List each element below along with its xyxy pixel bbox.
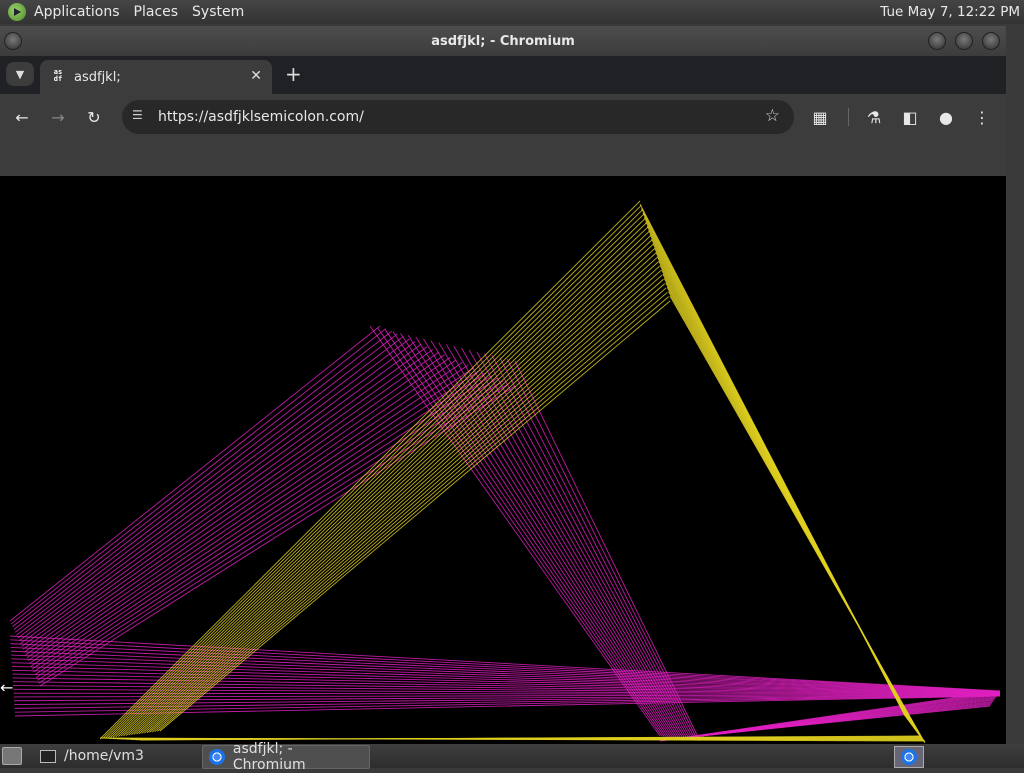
main-menu: Applications Places System — [8, 3, 258, 21]
magenta-fan-left-line — [18, 342, 415, 638]
magenta-fan-left-line — [32, 370, 480, 669]
tab-search-button[interactable]: ▼ — [6, 62, 34, 86]
bottom-panel: /home/vm3 asdfjkl; - Chromium — [0, 744, 1024, 768]
yellow-fan-right — [640, 204, 925, 743]
side-panel-button[interactable]: ◧ — [898, 105, 922, 129]
menu-applications[interactable]: Applications — [34, 4, 120, 20]
arrow-right-icon: → — [51, 108, 64, 127]
minimize-button[interactable] — [928, 32, 946, 50]
arrow-left-icon: ← — [15, 108, 28, 127]
menu-button[interactable]: ⋮ — [970, 105, 994, 129]
tray-chromium-icon[interactable] — [894, 746, 924, 768]
clock[interactable]: Tue May 7, 12:22 PM — [880, 4, 1020, 20]
magenta-fan-left-line — [20, 347, 427, 644]
distro-logo-icon[interactable] — [8, 3, 26, 21]
magenta-fan-right-line — [700, 706, 990, 736]
terminal-icon — [40, 750, 56, 763]
side-panel-icon: ◧ — [902, 108, 917, 127]
menu-places[interactable]: Places — [134, 4, 179, 20]
new-tab-button[interactable]: + — [285, 62, 302, 86]
magenta-fan-left-line — [22, 349, 433, 646]
yellow-fan-left-line — [108, 214, 644, 738]
reload-icon: ↻ — [87, 108, 100, 127]
yellow-fan-left-line — [137, 262, 659, 734]
browser-toolbar: ← → ↻ ☰ https://asdfjklsemicolon.com/ ☆ … — [0, 94, 1006, 140]
magenta-fan-left — [10, 326, 515, 686]
magenta-fan-left-line — [17, 339, 410, 635]
reload-button[interactable]: ↻ — [82, 105, 106, 129]
menu-system[interactable]: System — [192, 4, 244, 20]
yellow-fan-left-line — [134, 258, 657, 735]
maximize-button[interactable] — [955, 32, 973, 50]
yellow-fan-left-line — [160, 301, 670, 731]
labs-button[interactable]: ⚗ — [862, 105, 886, 129]
flask-icon: ⚗ — [867, 108, 881, 127]
yellow-fan-left-line — [142, 271, 661, 734]
string-art-canvas — [0, 176, 1006, 744]
magenta-fan-left-line — [35, 376, 492, 675]
top-panel: Applications Places System Tue May 7, 12… — [0, 0, 1024, 24]
yellow-fan-base — [100, 736, 925, 741]
magenta-fan-bottom — [10, 636, 1000, 716]
browser-window: asdfjkl; - Chromium ▼ as df asdfjkl; ✕ +… — [0, 26, 1006, 744]
magenta-fan-left-line — [39, 383, 509, 683]
url-text[interactable]: https://asdfjklsemicolon.com/ — [158, 109, 364, 125]
magenta-fan-left-line — [13, 331, 392, 626]
puzzle-icon: ▦ — [812, 108, 827, 127]
magenta-fan-left-line — [15, 336, 403, 632]
show-desktop-icon[interactable] — [2, 747, 22, 765]
cursor-arrow-icon: ← — [0, 678, 13, 697]
magenta-fan-left-line — [19, 344, 421, 641]
tab-title: asdfjkl; — [74, 70, 121, 85]
task-terminal[interactable]: /home/vm3 — [34, 745, 198, 767]
task-label: /home/vm3 — [64, 748, 144, 764]
magenta-fan-left-line — [33, 373, 485, 672]
page-content[interactable]: ← — [0, 176, 1006, 744]
close-window-button[interactable] — [982, 32, 1000, 50]
toolbar-separator — [848, 108, 849, 126]
window-title: asdfjkl; - Chromium — [431, 34, 575, 49]
magenta-fan-center-line — [416, 337, 673, 738]
tab-strip: ▼ as df asdfjkl; ✕ + — [0, 56, 1006, 94]
magenta-fan-left-line — [14, 334, 398, 630]
magenta-fan-left-line — [23, 352, 439, 649]
site-info-icon[interactable]: ☰ — [132, 108, 143, 122]
tab-close-icon[interactable]: ✕ — [250, 68, 262, 84]
task-label: asdfjkl; - Chromium — [233, 741, 369, 773]
window-menu-icon[interactable] — [4, 32, 22, 50]
site-favicon-icon: as df — [50, 69, 66, 85]
chromium-icon — [209, 749, 225, 765]
yellow-fan-left-line — [110, 218, 645, 737]
chevron-down-icon: ▼ — [16, 68, 24, 81]
more-vert-icon: ⋮ — [974, 108, 990, 127]
chromium-icon — [901, 749, 917, 765]
magenta-fan-left-line — [31, 368, 474, 666]
forward-button[interactable]: → — [46, 105, 70, 129]
profile-button[interactable]: ● — [934, 105, 958, 129]
address-bar[interactable]: ☰ https://asdfjklsemicolon.com/ ☆ — [122, 100, 794, 134]
bookmarks-bar — [0, 140, 1006, 176]
extensions-button[interactable]: ▦ — [808, 105, 832, 129]
back-button[interactable]: ← — [10, 105, 34, 129]
bookmark-star-icon[interactable]: ☆ — [765, 106, 780, 126]
task-chromium[interactable]: asdfjkl; - Chromium — [202, 745, 370, 769]
avatar-icon: ● — [939, 108, 953, 127]
window-titlebar[interactable]: asdfjkl; - Chromium — [0, 26, 1006, 56]
magenta-fan-left-line — [24, 355, 444, 652]
yellow-fan-left-line — [116, 227, 648, 737]
tab-active[interactable]: as df asdfjkl; ✕ — [40, 60, 272, 94]
